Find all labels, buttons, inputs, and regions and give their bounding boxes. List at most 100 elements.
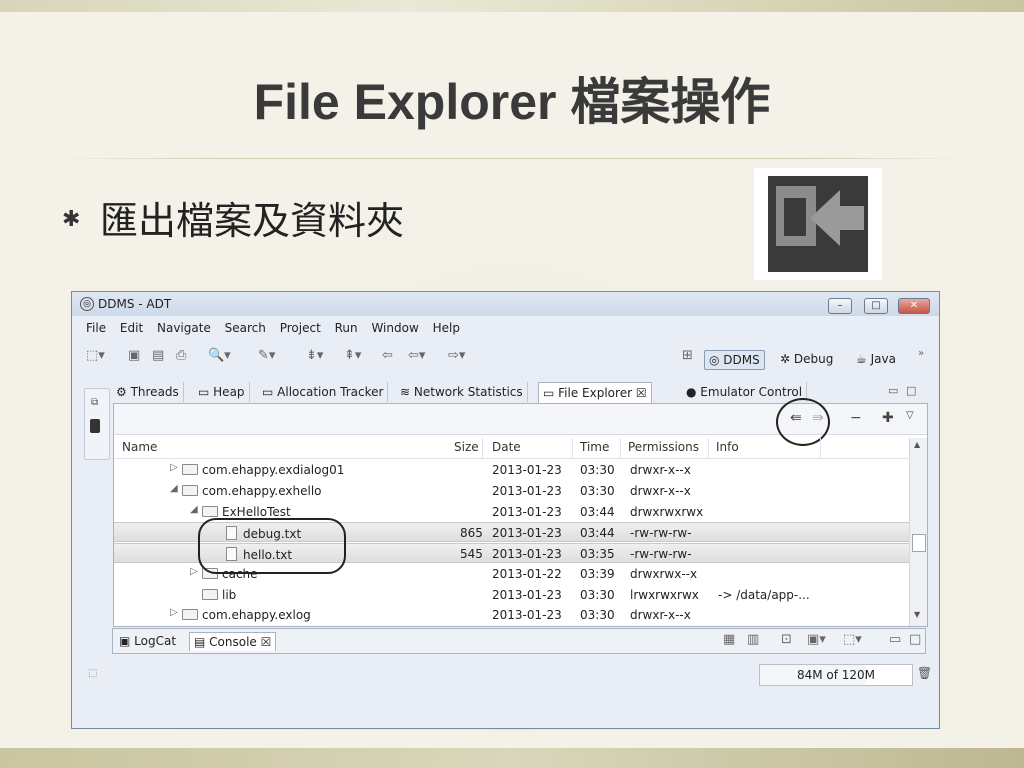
view-maximize-icon[interactable]: □	[906, 384, 916, 397]
close-icon[interactable]: ✕	[898, 298, 930, 314]
scroll-up-icon[interactable]: ▲	[914, 440, 920, 449]
device-panel-minimized[interactable]: ⧉	[84, 388, 110, 460]
folder-open-icon	[182, 485, 198, 496]
perspective-java-label: Java	[870, 352, 896, 366]
row-time: 03:30	[580, 608, 615, 622]
collapse-icon[interactable]: ◢	[170, 483, 178, 494]
tab-file-explorer-label: File Explorer	[558, 386, 633, 400]
quick-access-icon[interactable]: ⬚	[88, 668, 97, 679]
maximize-icon[interactable]: □	[864, 298, 888, 314]
export-icon-page-inner	[784, 198, 806, 236]
file-explorer-panel: ⇚ ⇛ − ✚ ▽ Name Size Date Time Permission…	[113, 398, 928, 627]
tab-console[interactable]: ▤ Console ☒	[189, 632, 277, 651]
row-size: 865	[460, 526, 483, 540]
tab-threads[interactable]: ⚙ Threads	[112, 382, 184, 402]
perspective-debug[interactable]: ✲ Debug	[780, 350, 833, 368]
row-date: 2013-01-23	[492, 463, 562, 477]
delete-icon[interactable]: −	[850, 410, 862, 426]
prev-annotation-icon[interactable]: ⇞▾	[344, 348, 361, 363]
close-tab-icon[interactable]: ☒	[261, 635, 272, 649]
row-time: 03:44	[580, 526, 615, 540]
tab-heap[interactable]: ▭ Heap	[194, 382, 250, 402]
table-row[interactable]: ▷ com.ehappy.exdialog01 2013-01-23 03:30…	[114, 460, 909, 480]
perspective-java[interactable]: ☕ Java	[856, 350, 896, 368]
scroll-lock-icon[interactable]: ▥	[747, 632, 759, 647]
tab-console-label: Console	[209, 635, 257, 649]
table-row[interactable]: lib 2013-01-23 03:30 lrwxrwxrwx -> /data…	[114, 585, 909, 605]
menu-run[interactable]: Run	[335, 318, 358, 338]
column-time[interactable]: Time	[580, 440, 609, 454]
expand-icon[interactable]: ▷	[170, 607, 178, 618]
bullet-text: 匯出檔案及資料夾	[100, 199, 405, 243]
device-icon[interactable]	[90, 419, 100, 433]
column-separator[interactable]	[572, 438, 573, 458]
minimize-icon[interactable]: –	[828, 298, 852, 314]
vertical-scrollbar[interactable]: ▲ ▼	[909, 438, 927, 626]
table-row[interactable]: ▷ com.ehappy.exlog 2013-01-23 03:30 drwx…	[114, 605, 909, 625]
menu-window[interactable]: Window	[371, 318, 418, 338]
column-separator[interactable]	[482, 438, 483, 458]
collapse-icon[interactable]: ◢	[190, 504, 198, 515]
menu-edit[interactable]: Edit	[120, 318, 143, 338]
back-icon[interactable]: ⇦▾	[408, 348, 425, 363]
slide-bottom-bar	[0, 748, 1024, 768]
column-date[interactable]: Date	[492, 440, 521, 454]
row-date: 2013-01-23	[492, 526, 562, 540]
menu-search[interactable]: Search	[225, 318, 266, 338]
view-minimize-icon[interactable]: ▭	[888, 384, 898, 397]
menu-project[interactable]: Project	[280, 318, 321, 338]
column-separator[interactable]	[708, 438, 709, 458]
last-edit-icon[interactable]: ⇦	[382, 348, 393, 363]
open-perspective-icon[interactable]: ⊞	[682, 348, 693, 363]
forward-icon[interactable]: ⇨▾	[448, 348, 465, 363]
tab-allocation-label: Allocation Tracker	[277, 385, 384, 399]
row-date: 2013-01-23	[492, 608, 562, 622]
column-separator[interactable]	[820, 438, 821, 458]
menu-navigate[interactable]: Navigate	[157, 318, 211, 338]
close-tab-icon[interactable]: ☒	[636, 386, 647, 400]
restore-icon[interactable]: ⧉	[91, 397, 98, 408]
folder-open-icon	[202, 506, 218, 517]
expand-icon[interactable]: ▷	[170, 462, 178, 473]
adt-icon: ◎	[80, 297, 94, 311]
clear-console-icon[interactable]: ▦	[723, 632, 735, 647]
next-annotation-icon[interactable]: ⇟▾	[306, 348, 323, 363]
scroll-thumb[interactable]	[912, 534, 926, 552]
run-config-icon[interactable]: ✎▾	[258, 348, 275, 363]
search-icon[interactable]: 🔍▾	[208, 348, 231, 363]
column-name[interactable]: Name	[122, 440, 157, 454]
column-size[interactable]: Size	[454, 440, 479, 454]
print-icon[interactable]: ⎙	[176, 348, 186, 363]
tab-network-statistics[interactable]: ≋ Network Statistics	[396, 382, 528, 402]
table-row[interactable]: ◢ com.ehappy.exhello 2013-01-23 03:30 dr…	[114, 481, 909, 501]
new-folder-icon[interactable]: ✚	[882, 410, 894, 426]
export-icon-arrow-bar	[834, 206, 864, 230]
menu-help[interactable]: Help	[433, 318, 460, 338]
view-menu-icon[interactable]: ▽	[906, 410, 914, 421]
tab-emulator-control[interactable]: ● Emulator Control	[682, 382, 808, 402]
save-all-icon[interactable]: ▤	[152, 348, 164, 363]
column-separator[interactable]	[620, 438, 621, 458]
tab-allocation-tracker[interactable]: ▭ Allocation Tracker	[258, 382, 389, 402]
table-header: Name Size Date Time Permissions Info	[114, 438, 909, 459]
tab-file-explorer[interactable]: ▭ File Explorer ☒	[538, 382, 652, 403]
menu-file[interactable]: File	[86, 318, 106, 338]
display-console-icon[interactable]: ▣▾	[807, 632, 826, 647]
new-icon[interactable]: ⬚▾	[86, 348, 105, 363]
gc-trash-icon[interactable]: 🗑	[917, 666, 932, 680]
perspective-ddms[interactable]: ◎ DDMS	[704, 350, 765, 370]
pin-console-icon[interactable]: ⊡	[781, 632, 792, 647]
console-minimize-icon[interactable]: ▭	[889, 632, 901, 647]
save-icon[interactable]: ▣	[128, 348, 140, 363]
column-permissions[interactable]: Permissions	[628, 440, 699, 454]
window-titlebar[interactable]: ◎ DDMS - ADT – □ ✕	[72, 292, 939, 316]
more-perspectives-icon[interactable]: »	[918, 348, 924, 359]
column-info[interactable]: Info	[716, 440, 739, 454]
open-console-icon[interactable]: ⬚▾	[843, 632, 862, 647]
console-maximize-icon[interactable]: □	[909, 632, 921, 647]
tab-logcat[interactable]: ▣ LogCat	[115, 632, 180, 650]
heap-status[interactable]: 84M of 120M	[759, 664, 913, 686]
status-bar: ⬚ 84M of 120M 🗑	[72, 658, 939, 726]
expand-icon[interactable]: ▷	[190, 566, 198, 577]
scroll-down-icon[interactable]: ▼	[914, 610, 920, 619]
